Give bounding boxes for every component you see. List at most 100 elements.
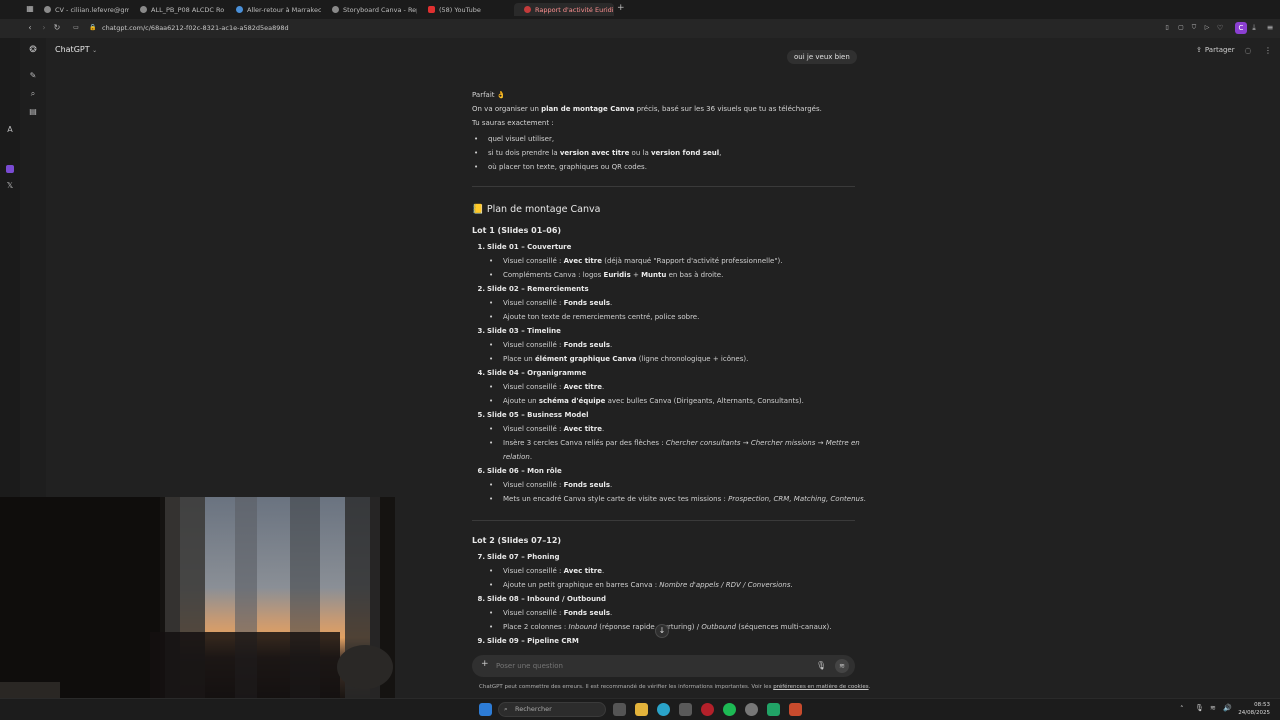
- lock-icon[interactable]: 🔒: [89, 24, 97, 32]
- slide-item: 3. Slide 03 – Timeline: [477, 327, 561, 335]
- new-chat-icon[interactable]: ✎: [29, 72, 37, 80]
- share-icon: ⇪: [1196, 46, 1202, 54]
- more-options-icon[interactable]: ⋮: [1264, 47, 1272, 55]
- chatgpt-logo-icon[interactable]: ❂: [29, 46, 37, 55]
- search-icon: ⌕: [504, 705, 508, 713]
- plus-icon[interactable]: +: [481, 659, 489, 669]
- spotify-icon[interactable]: [723, 703, 736, 716]
- browser-menu-icon[interactable]: ≡: [1266, 24, 1274, 32]
- microphone-icon[interactable]: 🎙: [816, 661, 826, 670]
- heart-icon[interactable]: ♡: [1216, 24, 1224, 32]
- arrow-down-icon: ↓: [658, 626, 666, 635]
- intro-bullet: où placer ton texte, graphiques ou QR co…: [474, 160, 647, 174]
- tab-youtube[interactable]: (58) YouTube: [428, 3, 498, 16]
- screenshot-icon[interactable]: ▢: [1177, 24, 1185, 32]
- file-explorer-icon[interactable]: [635, 703, 648, 716]
- plan-title: 📒 Plan de montage Canva: [472, 204, 601, 215]
- model-selector[interactable]: ChatGPT ⌄: [55, 45, 97, 54]
- microphone-tray-icon[interactable]: 🎙: [1195, 704, 1204, 712]
- clock[interactable]: 08:53 24/08/2025: [1238, 701, 1270, 717]
- windows-taskbar: ⌕ Rechercher ˄ 🎙 ≋ 🔊 08:53 24/08/2025: [0, 698, 1280, 720]
- chatgpt-sidebar-rail: ❂ ✎ ⌕ ▤: [20, 38, 46, 498]
- phone-icon[interactable]: ▯: [1163, 24, 1171, 32]
- prompt-input[interactable]: [496, 660, 786, 672]
- slide-bullet: Visuel conseillé : Fonds seuls.: [489, 296, 612, 310]
- slide-item: 5. Slide 05 – Business Model: [477, 411, 589, 419]
- new-tab-button[interactable]: +: [617, 3, 625, 13]
- intro-bullet: quel visuel utiliser,: [474, 132, 554, 146]
- intro-bullet: si tu dois prendre la version avec titre…: [474, 146, 721, 160]
- site-info-icon[interactable]: ▭: [72, 24, 80, 32]
- slide-bullet: Insère 3 cercles Canva reliés par des fl…: [489, 436, 860, 450]
- slide-item: 8. Slide 08 – Inbound / Outbound: [477, 595, 607, 603]
- composer: + 🎙 ≋: [472, 655, 855, 677]
- divider: [472, 520, 855, 521]
- tab-cv[interactable]: CV - ciliian.lefevre@gm: [44, 3, 129, 16]
- download-icon[interactable]: ⤓: [1250, 24, 1258, 32]
- slide-bullet: Visuel conseillé : Avec titre.: [489, 380, 604, 394]
- slide-bullet-continuation: relation.: [503, 453, 533, 461]
- tray-chevron-icon[interactable]: ˄: [1180, 705, 1184, 713]
- intro-parfait: Parfait 👌: [472, 91, 506, 99]
- youtube-favicon-icon: [428, 6, 435, 13]
- browser-toolbar: ‹ › ↻ ▭ 🔒 chatgpt.com/c/68aa6212-f02c-83…: [0, 19, 1280, 38]
- lot2-title: Lot 2 (Slides 07–12): [472, 536, 562, 545]
- x-icon[interactable]: 𝕏: [6, 182, 14, 190]
- slide-item: 4. Slide 04 – Organigramme: [477, 369, 587, 377]
- slide-bullet: Visuel conseillé : Fonds seuls.: [489, 606, 612, 620]
- scroll-down-button[interactable]: ↓: [655, 624, 669, 638]
- slide-bullet: Ajoute un schéma d'équipe avec bulles Ca…: [489, 394, 804, 408]
- sheets-icon[interactable]: [767, 703, 780, 716]
- slide-bullet: Visuel conseillé : Avec titre.: [489, 422, 604, 436]
- slide-item: 2. Slide 02 – Remerciements: [477, 285, 589, 293]
- tab-storyboard[interactable]: Storyboard Canva - Rep: [332, 3, 417, 16]
- taskbar-search[interactable]: ⌕ Rechercher: [498, 702, 606, 717]
- slide-bullet: Ajoute ton texte de remerciements centré…: [489, 310, 699, 324]
- divider: [472, 186, 855, 187]
- windows-start-icon[interactable]: [479, 703, 492, 716]
- play-icon[interactable]: ▷: [1203, 24, 1211, 32]
- user-message-bubble: oui je veux bien: [787, 50, 857, 64]
- chatgpt-app-icon[interactable]: [745, 703, 758, 716]
- back-icon[interactable]: ‹: [26, 24, 34, 32]
- library-icon[interactable]: ▤: [29, 108, 37, 116]
- office-icon[interactable]: [789, 703, 802, 716]
- slide-item: 7. Slide 07 – Phoning: [477, 553, 560, 561]
- disclaimer: ChatGPT peut commettre des erreurs. Il e…: [479, 684, 871, 690]
- slide-bullet: Compléments Canva : logos Euridis + Munt…: [489, 268, 723, 282]
- web-favicon-icon: [236, 6, 243, 13]
- tab-menu-icon[interactable]: ▦: [26, 5, 34, 13]
- intro-line1: On va organiser un plan de montage Canva…: [472, 105, 822, 113]
- reload-icon[interactable]: ↻: [53, 24, 61, 32]
- webcam-overlay: [0, 497, 395, 698]
- slide-bullet: Visuel conseillé : Fonds seuls.: [489, 338, 612, 352]
- shield-icon[interactable]: ⛉: [1190, 24, 1198, 32]
- tab-rapport[interactable]: Rapport d'activité Euridis: [514, 3, 614, 16]
- edge-icon[interactable]: [657, 703, 670, 716]
- slide-bullet: Ajoute un petit graphique en barres Canv…: [489, 578, 793, 592]
- address-bar[interactable]: chatgpt.com/c/68aa6212-f02c-8321-ac1e-a5…: [102, 24, 289, 32]
- webcam-feed-image: [0, 497, 395, 698]
- slide-item: 6. Slide 06 – Mon rôle: [477, 467, 562, 475]
- slide-item: 1. Slide 01 – Couverture: [477, 243, 572, 251]
- arc-icon[interactable]: A: [6, 126, 14, 134]
- intro-line2: Tu sauras exactement :: [472, 119, 554, 127]
- wifi-icon[interactable]: ≋: [1210, 704, 1216, 712]
- twitch-icon[interactable]: [6, 165, 14, 173]
- slide-bullet: Visuel conseillé : Avec titre.: [489, 564, 604, 578]
- task-view-icon[interactable]: [613, 703, 626, 716]
- slide-bullet: Visuel conseillé : Avec titre (déjà marq…: [489, 254, 782, 268]
- cookie-preferences-link[interactable]: préférences en matière de cookies: [773, 684, 868, 690]
- temporary-chat-icon[interactable]: ◌: [1244, 47, 1252, 55]
- volume-icon[interactable]: 🔊: [1223, 704, 1232, 712]
- tab-all-pb[interactable]: ALL_PB_P08 ALCDC Ro: [140, 3, 225, 16]
- voice-mode-icon[interactable]: ≋: [835, 659, 849, 673]
- forward-icon[interactable]: ›: [40, 24, 48, 32]
- profile-avatar-icon[interactable]: C: [1235, 22, 1247, 34]
- search-icon[interactable]: ⌕: [29, 90, 37, 98]
- tab-marrakech[interactable]: Aller-retour à Marrakech: [236, 3, 321, 16]
- store-icon[interactable]: [679, 703, 692, 716]
- share-button[interactable]: ⇪ Partager: [1196, 46, 1235, 54]
- opera-icon[interactable]: [701, 703, 714, 716]
- browser-tab-bar: ▦ CV - ciliian.lefevre@gm ALL_PB_P08 ALC…: [0, 0, 1280, 19]
